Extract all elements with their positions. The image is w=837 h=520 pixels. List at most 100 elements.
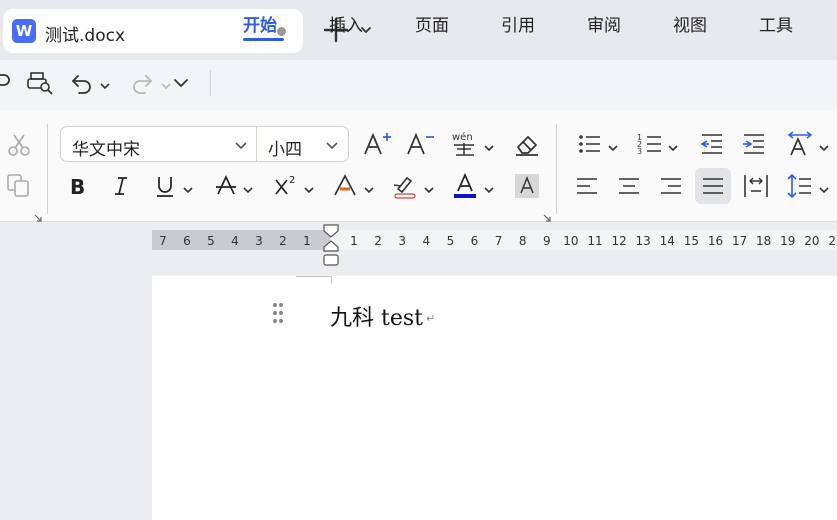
indent-marker-icon <box>323 224 339 266</box>
ruler-tick-label: 12 <box>611 234 627 248</box>
ruler-tick-label: 4 <box>231 234 239 248</box>
font-color-button[interactable] <box>450 171 480 201</box>
distributed-button[interactable] <box>741 171 771 201</box>
tab-insert[interactable]: 插入 <box>329 11 363 36</box>
text-effect-dropdown[interactable] <box>363 181 375 194</box>
active-tab-indicator <box>243 38 284 41</box>
bullet-list-icon <box>579 135 600 153</box>
tab-references[interactable]: 引用 <box>501 11 535 36</box>
phonetic-guide-icon: wén <box>452 131 474 156</box>
drag-handle-icon <box>273 303 283 323</box>
menu-row <box>0 60 837 110</box>
superscript-dropdown[interactable] <box>303 181 315 194</box>
underline-button[interactable] <box>150 171 180 201</box>
bullet-list-button[interactable] <box>575 129 605 159</box>
highlight-dropdown[interactable] <box>423 181 435 194</box>
justify-button[interactable] <box>695 168 731 204</box>
tab-page[interactable]: 页面 <box>415 11 449 36</box>
bullet-list-dropdown[interactable] <box>607 139 619 152</box>
highlight-button[interactable] <box>390 171 420 201</box>
undo-button[interactable] <box>70 72 94 94</box>
redo-icon <box>133 75 153 94</box>
phonetic-guide-button[interactable]: wén <box>450 129 480 159</box>
tab-review[interactable]: 审阅 <box>587 11 621 36</box>
text-direction-dropdown[interactable] <box>818 139 830 152</box>
numbered-list-button[interactable]: 123 <box>636 129 666 159</box>
strikethrough-button[interactable] <box>211 171 241 201</box>
underline-dropdown[interactable] <box>182 181 194 194</box>
divider <box>556 124 557 214</box>
ruler-tick-label: 6 <box>183 234 191 248</box>
document-text[interactable]: 九科 test <box>330 300 423 332</box>
ruler-tick-label: 3 <box>398 234 406 248</box>
text-direction-icon <box>787 131 813 156</box>
paragraph-drag-handle[interactable] <box>272 302 284 324</box>
line-spacing-dropdown[interactable] <box>818 181 830 194</box>
superscript-icon: 2 <box>275 175 295 195</box>
decrease-font-button[interactable] <box>405 129 435 159</box>
ruler-tick-label: 2 <box>279 234 287 248</box>
character-shading-button[interactable] <box>512 171 542 201</box>
strikethrough-dropdown[interactable] <box>242 181 254 194</box>
quick-access-more-button[interactable] <box>172 74 190 92</box>
increase-font-icon <box>364 132 391 155</box>
cut-button[interactable] <box>4 130 34 160</box>
line-spacing-icon <box>787 173 811 199</box>
ruler-tick-label: 19 <box>780 234 796 248</box>
ruler-tick-label: 11 <box>587 234 603 248</box>
svg-text:B: B <box>70 175 85 199</box>
tab-tools[interactable]: 工具 <box>759 11 793 36</box>
ruler-tick-label: 2 <box>374 234 382 248</box>
chevron-down-icon <box>324 138 340 152</box>
decrease-indent-button[interactable] <box>697 129 727 159</box>
ruler-tick-label: 17 <box>731 234 748 248</box>
numbered-list-icon: 123 <box>637 133 661 156</box>
italic-button[interactable] <box>106 171 136 201</box>
font-color-dropdown[interactable] <box>483 181 495 194</box>
clear-format-button[interactable] <box>512 129 542 159</box>
copy-icon <box>7 174 29 197</box>
ruler-tick-label: 18 <box>756 234 772 248</box>
clipboard-settings-icon[interactable] <box>34 207 42 222</box>
divider <box>47 124 48 214</box>
increase-font-button[interactable] <box>362 129 392 159</box>
ruler-tick-label: 14 <box>659 234 675 248</box>
font-color-icon <box>454 172 476 198</box>
divider <box>210 70 211 96</box>
tab-view[interactable]: 视图 <box>673 11 707 36</box>
superscript-button[interactable]: 2 <box>272 171 302 201</box>
align-center-icon <box>619 178 639 194</box>
decrease-indent-icon <box>700 134 722 154</box>
indent-markers[interactable] <box>322 223 340 267</box>
increase-indent-button[interactable] <box>739 129 769 159</box>
numbered-list-dropdown[interactable] <box>667 139 679 152</box>
document-tab-title: 测试.docx <box>45 26 126 46</box>
italic-icon <box>115 177 127 195</box>
align-center-button[interactable] <box>614 171 644 201</box>
bold-button[interactable]: B <box>63 171 93 201</box>
phonetic-guide-dropdown[interactable] <box>483 139 495 152</box>
chevron-down-icon <box>174 79 188 88</box>
document-page[interactable] <box>152 276 837 520</box>
print-preview-button[interactable] <box>26 70 54 96</box>
font-size-select[interactable]: 小四 <box>256 126 349 162</box>
text-effect-button[interactable] <box>330 171 360 201</box>
ruler-tick-label: 9 <box>542 234 551 248</box>
align-right-button[interactable] <box>656 171 686 201</box>
distributed-icon <box>744 175 768 197</box>
redo-dropdown[interactable] <box>160 77 172 90</box>
unsaved-dot-icon[interactable] <box>277 27 286 36</box>
ruler-tick-label: 6 <box>470 234 479 248</box>
redo-partial-icon[interactable] <box>0 71 14 93</box>
redo-button[interactable] <box>130 72 154 94</box>
font-settings-icon[interactable] <box>543 207 551 222</box>
align-left-button[interactable] <box>572 171 602 201</box>
text-direction-button[interactable] <box>785 129 815 159</box>
undo-dropdown[interactable] <box>99 77 111 90</box>
underline-icon <box>157 177 173 197</box>
tab-home[interactable]: 开始 <box>243 11 277 36</box>
copy-button[interactable] <box>4 171 34 201</box>
clear-format-icon <box>516 135 538 156</box>
font-name-select[interactable]: 华文中宋 <box>60 126 258 162</box>
line-spacing-button[interactable] <box>785 171 815 201</box>
